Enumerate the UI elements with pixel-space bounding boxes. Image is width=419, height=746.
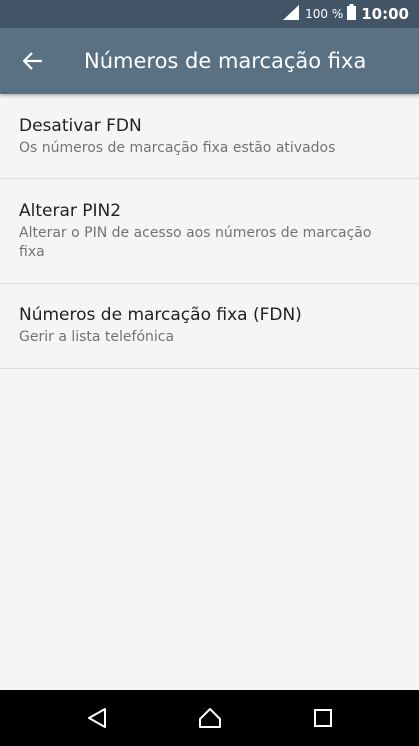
item-title: Números de marcação fixa (FDN) xyxy=(19,305,302,325)
item-title: Alterar PIN2 xyxy=(19,201,122,221)
clock: 10:00 xyxy=(361,5,409,23)
navigation-bar xyxy=(0,690,419,746)
list-item-disable-fdn[interactable]: Desativar FDN Os números de marcação fix… xyxy=(0,94,419,179)
item-title: Desativar FDN xyxy=(19,116,142,136)
back-triangle-icon[interactable] xyxy=(67,690,127,746)
app-bar: Números de marcação fixa xyxy=(0,28,419,94)
home-icon[interactable] xyxy=(180,690,240,746)
item-subtitle: Alterar o PIN de acesso aos números de m… xyxy=(19,225,372,260)
item-subtitle: Os números de marcação fixa estão ativad… xyxy=(19,140,336,156)
back-arrow-icon[interactable] xyxy=(0,28,66,94)
battery-percent: 100 % xyxy=(305,7,344,21)
page-title: Números de marcação fixa xyxy=(84,49,367,73)
item-subtitle: Gerir a lista telefónica xyxy=(19,329,175,345)
status-bar: 100 % 10:00 xyxy=(0,0,419,28)
battery-icon xyxy=(347,4,357,24)
recents-icon[interactable] xyxy=(293,690,353,746)
settings-list: Desativar FDN Os números de marcação fix… xyxy=(0,94,419,369)
signal-icon xyxy=(282,4,300,24)
list-item-change-pin2[interactable]: Alterar PIN2 Alterar o PIN de acesso aos… xyxy=(0,179,419,284)
list-item-fdn-list[interactable]: Números de marcação fixa (FDN) Gerir a l… xyxy=(0,284,419,369)
